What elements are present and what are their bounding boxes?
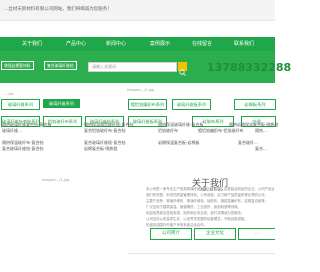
- about-culture-button[interactable]: 企业文化: [194, 228, 236, 240]
- welcome-text: ...丝材天新材料有限公司网站，我们将竭诚为您服务！: [4, 7, 112, 12]
- search-icon: [179, 69, 186, 76]
- about-company-button[interactable]: 公司简介: [150, 228, 192, 240]
- category-button[interactable]: 镀铝箔编织布系列: [128, 99, 167, 110]
- about-text-line: 主要产品有：玻璃纤维布、玻璃纤维毡、硅胶布、镀铝箔编织布、岩棉复合板等。: [146, 199, 269, 203]
- product-caption[interactable]: 复合玻璃纤维毡-复合毡: [2, 146, 43, 152]
- about-image: images/.../1.jpg: [42, 178, 70, 182]
- about-text-line: 热诚欢迎国内外客户来电来函洽谈合作。: [146, 223, 208, 227]
- nav-item-products[interactable]: 产品中心: [66, 40, 86, 47]
- category-button[interactable]: 玻璃纤维系列: [1, 99, 40, 110]
- about-text-line: 欢迎各界朋友莅临参观、指导和业务洽谈，我们将竭诚为您服务。: [146, 211, 245, 215]
- category-button[interactable]: 岩棉板系列: [234, 99, 276, 110]
- search-input[interactable]: 请输入关键词: [88, 62, 177, 72]
- search-placeholder: 请输入关键词: [92, 64, 116, 69]
- banner-image-left: ...-pic: [4, 92, 14, 96]
- phone-number: 13788332288: [207, 61, 292, 74]
- nav-item-news[interactable]: 新闻中心: [106, 40, 126, 47]
- nav-item-message[interactable]: 在线留言: [192, 40, 212, 47]
- category-button[interactable]: 玻璃纤维板系列: [172, 99, 211, 110]
- product-caption[interactable]: 复合铝箔玻纤布-复合毡: [84, 128, 125, 134]
- search-button[interactable]: [178, 62, 187, 76]
- product-caption[interactable]: 岩棉复合板-隔热毯: [84, 146, 117, 152]
- top-bar: ...丝材天新材料有限公司网站，我们将竭诚为您服务！: [0, 0, 275, 21]
- about-more-button[interactable]: ...: [238, 228, 275, 240]
- nav-item-cases[interactable]: 案例展示: [150, 40, 170, 47]
- about-text-line: 公司坚持以质量求生存，以信誉求发展的经营理念，不断创新进取。: [146, 217, 248, 221]
- tag-link-1[interactable]: 增强岩棉管材料: [1, 61, 34, 70]
- product-caption[interactable]: 隔热...: [255, 128, 267, 134]
- about-text-line: 我们有完整、科学的质量管理体系。公司诚信、实力和产品质量获得业界的认可。: [146, 193, 269, 197]
- main-nav: 关于我们 产品中心 新闻中心 案例展示 在线留言 联系我们: [0, 37, 275, 51]
- category-button[interactable]: 玻璃纤维系列: [43, 99, 80, 108]
- divider: [128, 253, 275, 254]
- about-text-line: 广泛应用于建筑保温、管道隔热、工业窑炉、船舶制造等领域。: [146, 205, 241, 209]
- banner-image: images/.../2.jpg: [127, 88, 155, 92]
- about-text-line: 本公司是一家专业生产各类玻璃纤维制品、硅酸铝、岩棉复合制品的企业，公司产品远销海…: [146, 187, 274, 191]
- product-caption[interactable]: 复合...: [255, 146, 267, 152]
- nav-item-contact[interactable]: 联系我们: [234, 40, 254, 47]
- product-caption[interactable]: 镀铝箔编织布-铝箔玻纤布: [198, 128, 243, 134]
- product-caption[interactable]: 铝箔玻纤布: [158, 128, 178, 134]
- product-title[interactable]: 岩棉保温复合板-岩棉板: [158, 140, 199, 146]
- nav-item-about[interactable]: 关于我们: [22, 40, 42, 47]
- product-caption[interactable]: 玻璃纤维...: [2, 128, 22, 134]
- tag-link-2[interactable]: 复合玻璃纤维毡: [44, 61, 77, 70]
